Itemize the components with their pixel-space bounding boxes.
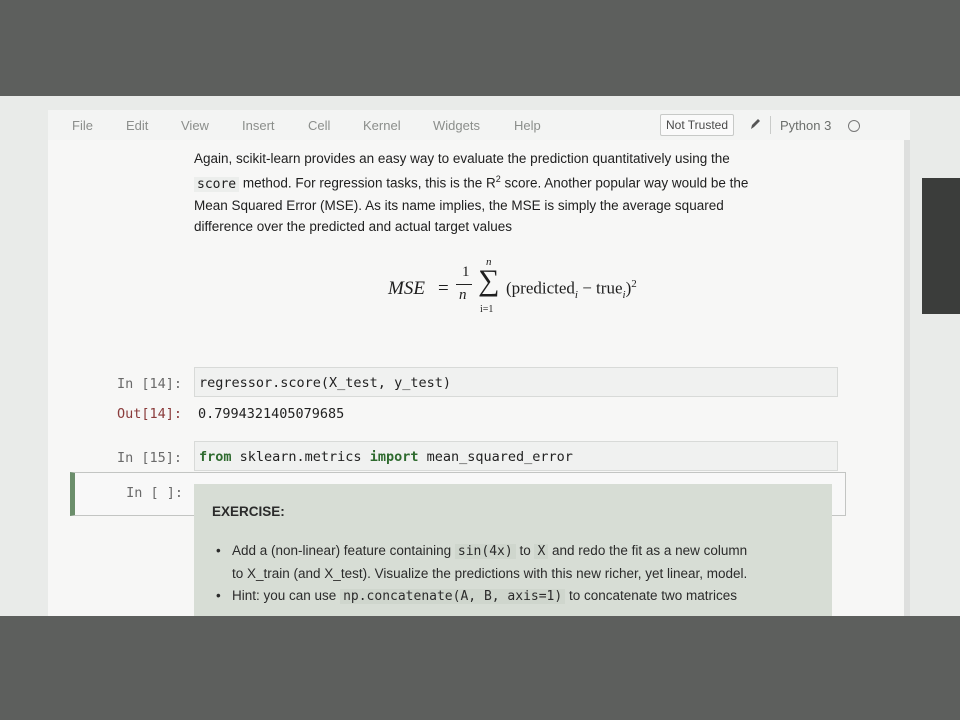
video-frame: { "menu": { "items": ["File", "Edit", "V… (0, 0, 960, 720)
exercise-code: X (534, 544, 549, 559)
score-code: score (194, 176, 240, 192)
markdown-line-1: Again, scikit-learn provides an easy way… (194, 151, 730, 166)
module-name: sklearn.metrics (231, 449, 370, 465)
exercise-text: and redo the fit as a new column (548, 543, 748, 558)
exercise-bullet-2: Hint: you can use np.concatenate(A, B, a… (212, 585, 822, 608)
formula-predicted: (predicted (506, 278, 575, 298)
cell15-prompt: In [15]: (116, 450, 182, 466)
sum-symbol: ∑ (478, 264, 500, 297)
import-name: mean_squared_error (418, 449, 573, 465)
exercise-code: np.concatenate(A, B, axis=1) (340, 589, 566, 604)
pencil-icon[interactable] (748, 116, 762, 132)
kernel-status-icon (848, 120, 860, 132)
exercise-text: to X_train (and X_test). Visualize the p… (232, 566, 748, 581)
markdown-line-2a: method. For regression tasks, this is th… (239, 175, 496, 191)
exercise-list: Add a (non-linear) feature containing si… (212, 540, 822, 608)
menu-edit[interactable]: Edit (126, 118, 148, 133)
scrollbar[interactable] (904, 140, 910, 616)
cell14-prompt: In [14]: (116, 376, 182, 392)
menu-bar: File Edit View Insert Cell Kernel Widget… (48, 110, 910, 141)
kernel-separator (770, 116, 771, 134)
not-trusted-button[interactable]: Not Trusted (660, 114, 735, 136)
out14-prompt: Out[14]: (116, 406, 182, 422)
cell15-input[interactable]: from sklearn.metrics import mean_squared… (194, 441, 838, 471)
keyword-import: import (369, 449, 419, 465)
formula-square: 2 (631, 278, 637, 290)
notebook-screen: File Edit View Insert Cell Kernel Widget… (0, 96, 960, 616)
mse-formula: MSE = 1 n n ∑ i=1 (predictedi − truei)2 (388, 248, 698, 328)
menu-kernel[interactable]: Kernel (363, 118, 401, 133)
markdown-line-2b: score. Another popular way would be the (500, 175, 749, 191)
markdown-line-2: score method. For regression tasks, this… (194, 169, 844, 195)
menu-help[interactable]: Help (514, 118, 541, 133)
menu-widgets[interactable]: Widgets (433, 118, 480, 133)
keyword-from: from (199, 449, 232, 465)
active-cell-prompt: In [ ]: (126, 485, 183, 501)
exercise-box: EXERCISE: Add a (non-linear) feature con… (194, 484, 832, 616)
exercise-text: to concatenate two matrices (565, 588, 738, 603)
exercise-code: sin(4x) (454, 544, 516, 559)
markdown-line-3: Mean Squared Error (MSE). As its name im… (194, 197, 724, 213)
sum-lower: i=1 (480, 304, 494, 315)
formula-body: (predictedi − truei)2 (506, 278, 637, 301)
formula-denominator: n (459, 287, 467, 303)
dark-side-panel (922, 178, 960, 314)
menu-cell[interactable]: Cell (308, 118, 330, 133)
formula-fraction-bar (456, 284, 472, 285)
exercise-bullet-1: Add a (non-linear) feature containing si… (212, 540, 822, 585)
formula-true: − true (577, 278, 623, 298)
exercise-text: to (515, 543, 535, 558)
menu-insert[interactable]: Insert (242, 118, 275, 133)
out14-value: 0.7994321405079685 (198, 406, 345, 422)
exercise-title: EXERCISE: (212, 504, 285, 519)
exercise-text: Hint: you can use (232, 588, 341, 603)
markdown-cell[interactable]: Again, scikit-learn provides an easy way… (194, 148, 844, 237)
notebook-area: Again, scikit-learn provides an easy way… (48, 140, 910, 616)
exercise-text: Add a (non-linear) feature containing (232, 543, 455, 558)
formula-eq: = (438, 278, 449, 299)
cell14-input[interactable]: regressor.score(X_test, y_test) (194, 367, 838, 397)
kernel-name: Python 3 (780, 118, 832, 133)
menu-view[interactable]: View (181, 118, 209, 133)
formula-lhs: MSE (388, 278, 425, 299)
markdown-line-4: difference over the predicted and actual… (194, 218, 512, 234)
formula-numerator: 1 (462, 264, 470, 280)
menu-file[interactable]: File (72, 118, 93, 133)
